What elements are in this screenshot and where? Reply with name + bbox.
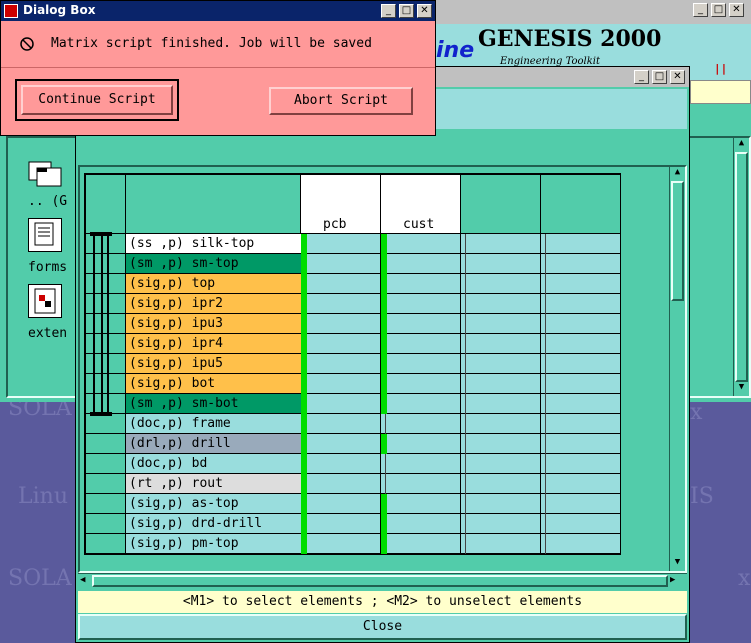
scroll-left-icon[interactable]: ◀	[80, 575, 85, 585]
close-matrix-button[interactable]: Close	[78, 614, 687, 640]
form-icon[interactable]	[28, 218, 62, 252]
header-field	[690, 80, 751, 104]
desktop-text: SOLA	[8, 566, 72, 591]
logo-text: ine	[436, 38, 475, 63]
extension-icon[interactable]	[28, 284, 62, 318]
maximize-button[interactable]: □	[399, 4, 414, 18]
continue-script-button[interactable]: Continue Script	[21, 85, 173, 115]
scroll-thumb[interactable]	[92, 575, 668, 587]
desktop-text: IS	[690, 484, 714, 509]
scroll-thumb[interactable]	[735, 152, 748, 382]
maximize-button[interactable]: □	[652, 70, 667, 84]
desktop-text: Linu	[18, 484, 68, 509]
stop-icon	[19, 36, 35, 52]
desktop-text: x	[690, 400, 703, 425]
minimize-button[interactable]: _	[634, 70, 649, 84]
item-label: .. (G	[28, 194, 68, 209]
folder-icon[interactable]	[28, 160, 64, 188]
item-label: exten	[28, 326, 68, 341]
matrix-hscrollbar[interactable]: ◀ ▶	[78, 573, 687, 589]
scroll-up-icon[interactable]: ▲	[670, 167, 685, 181]
dialog-divider	[1, 67, 435, 68]
matrix-grid	[84, 173, 621, 555]
dialog-titlebar: Dialog Box _ □ ✕	[1, 1, 435, 21]
matrix-vscrollbar[interactable]: ▲ ▼	[669, 167, 685, 571]
dialog-title: Dialog Box	[23, 3, 96, 17]
dialog-box: Dialog Box _ □ ✕ Matrix script finished.…	[0, 0, 436, 136]
dialog-message: Matrix script finished. Job will be save…	[51, 36, 372, 51]
abort-script-button[interactable]: Abort Script	[269, 87, 413, 115]
close-button[interactable]: ✕	[729, 3, 744, 17]
close-button[interactable]: ✕	[417, 4, 432, 18]
scroll-thumb[interactable]	[671, 181, 684, 301]
app-title: GENESIS 2000	[478, 26, 662, 52]
minimize-button[interactable]: _	[693, 3, 708, 17]
scroll-right-icon[interactable]: ▶	[670, 575, 675, 585]
app-icon	[4, 4, 18, 18]
item-label: forms	[28, 260, 68, 275]
minimize-button[interactable]: _	[381, 4, 396, 18]
desktop-text: x	[738, 566, 751, 591]
status-indicator-icon: ||	[714, 62, 728, 75]
browser-scrollbar[interactable]: ▲ ▼	[733, 138, 749, 396]
status-bar: <M1> to select elements ; <M2> to unsele…	[78, 591, 687, 613]
maximize-button[interactable]: □	[711, 3, 726, 17]
scroll-down-icon[interactable]: ▼	[670, 557, 685, 571]
scroll-down-icon[interactable]: ▼	[734, 382, 749, 396]
scroll-up-icon[interactable]: ▲	[734, 138, 749, 152]
close-button[interactable]: ✕	[670, 70, 685, 84]
